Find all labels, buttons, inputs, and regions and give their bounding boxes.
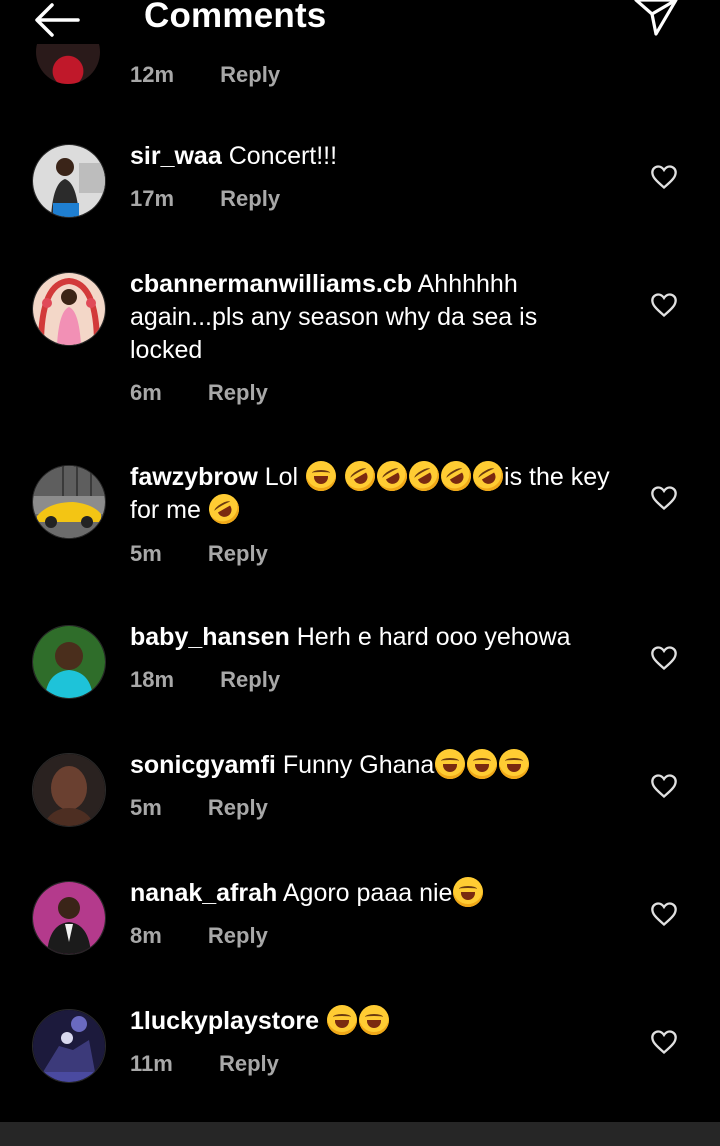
comment-body: sir_waa Concert!!! [130, 140, 610, 173]
comment-time: 18m [130, 667, 175, 692]
comment-username[interactable]: cbannermanwilliams.cb [130, 270, 412, 298]
share-button[interactable] [630, 0, 682, 40]
comment-partial: 12m Reply [0, 20, 720, 90]
page-title: Comments [144, 0, 327, 35]
comment-body: sonicgyamfi Funny Ghana [130, 749, 610, 782]
avatar[interactable] [32, 753, 106, 827]
reply-button[interactable]: Reply [219, 1051, 279, 1076]
face-with-tears-of-joy-icon [358, 1005, 389, 1035]
comments-header: Comments [0, 0, 720, 44]
comment-text: Lol [264, 463, 299, 491]
comment-username[interactable]: sonicgyamfi [130, 751, 276, 779]
comment-body: nanak_afrah Agoro paaa nie [130, 877, 610, 910]
avatar[interactable] [32, 1009, 106, 1083]
reply-button[interactable]: Reply [220, 186, 280, 211]
reply-button[interactable]: Reply [208, 380, 268, 405]
rolling-on-floor-laughing-icon [339, 455, 381, 497]
rolling-on-floor-laughing-icon [371, 455, 413, 497]
comment-meta: 6m Reply [130, 380, 268, 406]
comment-text: Funny Ghana [282, 751, 435, 779]
comment-body: cbannermanwilliams.cb Ahhhhhh again...pl… [130, 268, 610, 367]
reply-button[interactable]: Reply [220, 667, 280, 692]
bottom-bar [0, 1122, 720, 1146]
rolling-on-floor-laughing-icon [467, 455, 509, 497]
comment-text: Herh e hard ooo yehowa [296, 623, 571, 651]
reply-button[interactable]: Reply [208, 923, 268, 948]
face-with-tears-of-joy-icon [453, 877, 484, 907]
heart-icon[interactable] [650, 1029, 678, 1055]
comments-list[interactable]: 12m Reply sir_waa Concert!!! 17m Reply c… [0, 0, 720, 1146]
comment-body: 1luckyplaystore [130, 1005, 610, 1038]
comment-username[interactable]: nanak_afrah [130, 879, 277, 907]
rolling-on-floor-laughing-icon [403, 455, 445, 497]
comment-username[interactable]: fawzybrow [130, 463, 258, 491]
heart-icon[interactable] [650, 292, 678, 318]
heart-icon[interactable] [650, 773, 678, 799]
comment-time: 17m [130, 186, 175, 211]
comment-username[interactable]: baby_hansen [130, 623, 290, 651]
comment-time: 5m [130, 541, 162, 566]
avatar[interactable] [32, 144, 106, 218]
comment-meta: 11m Reply [130, 1051, 279, 1077]
heart-icon[interactable] [650, 485, 678, 511]
comment-text: Concert!!! [228, 142, 338, 170]
avatar[interactable] [32, 625, 106, 699]
comment-time: 6m [130, 380, 162, 405]
face-with-tears-of-joy-icon [499, 749, 530, 779]
comment-time: 5m [130, 795, 162, 820]
face-with-tears-of-joy-icon [467, 749, 498, 779]
face-with-tears-of-joy-icon [435, 749, 466, 779]
comment-time: 11m [130, 1051, 173, 1076]
face-with-tears-of-joy-icon [306, 461, 337, 491]
rolling-on-floor-laughing-icon [203, 488, 245, 530]
arrow-left-icon [35, 3, 80, 37]
comment-meta: 5m Reply [130, 541, 268, 567]
heart-icon[interactable] [650, 901, 678, 927]
comment-time: 12m [130, 62, 175, 87]
comment-meta: 12m Reply [130, 62, 280, 88]
comment-meta: 5m Reply [130, 795, 268, 821]
avatar[interactable] [32, 465, 106, 539]
avatar[interactable] [32, 272, 106, 346]
reply-button[interactable]: Reply [220, 62, 280, 87]
comment-username[interactable]: sir_waa [130, 142, 222, 170]
heart-icon[interactable] [650, 645, 678, 671]
back-button[interactable] [30, 0, 86, 40]
reply-button[interactable]: Reply [208, 795, 268, 820]
comment-time: 8m [130, 923, 162, 948]
avatar[interactable] [32, 881, 106, 955]
comment-meta: 17m Reply [130, 186, 280, 212]
comment-meta: 8m Reply [130, 923, 268, 949]
comment-text: Agoro paaa nie [282, 879, 453, 907]
comment-body: fawzybrow Lol is the key for me [130, 455, 610, 530]
face-with-tears-of-joy-icon [326, 1005, 357, 1035]
comment-meta: 18m Reply [130, 667, 280, 693]
rolling-on-floor-laughing-icon [435, 455, 477, 497]
reply-button[interactable]: Reply [208, 541, 268, 566]
comment-username[interactable]: 1luckyplaystore [130, 1007, 319, 1035]
heart-icon[interactable] [650, 164, 678, 190]
comment-body: baby_hansen Herh e hard ooo yehowa [130, 621, 610, 654]
paper-plane-icon [634, 0, 678, 36]
